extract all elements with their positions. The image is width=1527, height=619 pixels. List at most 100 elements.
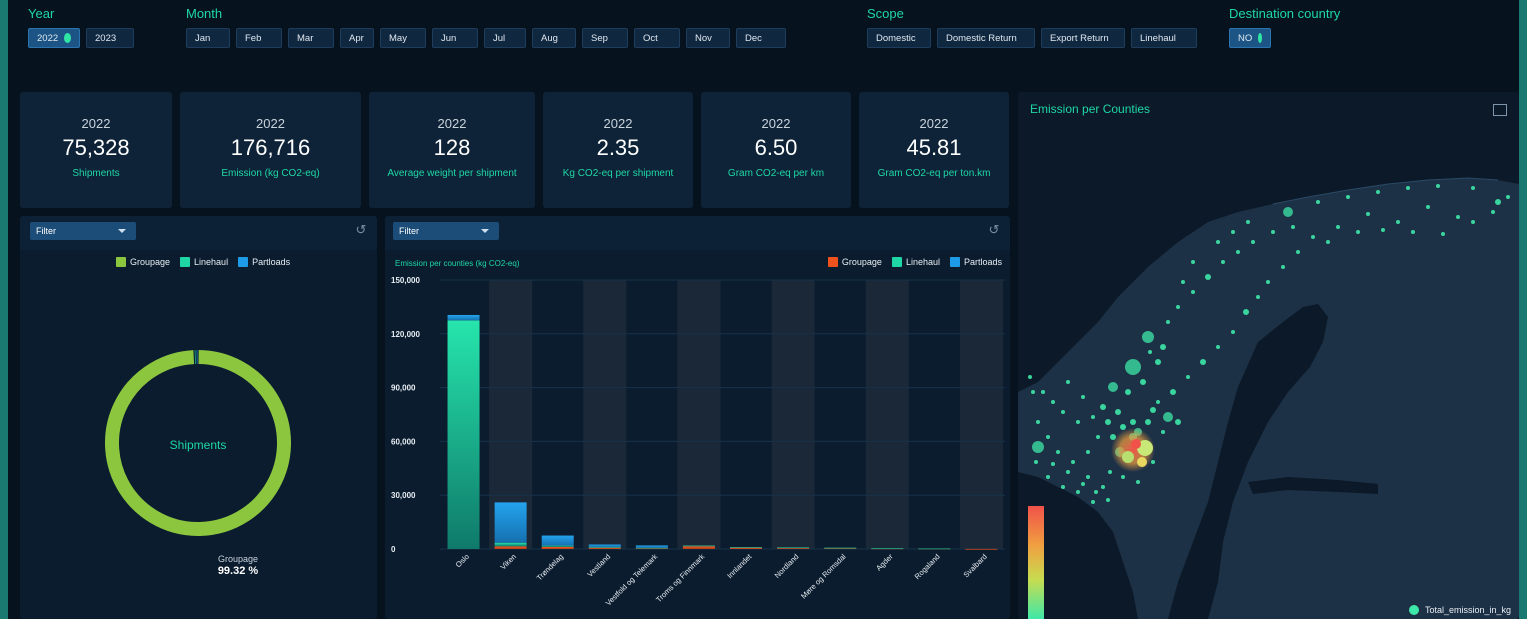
emission-marker[interactable] [1142, 331, 1154, 343]
emission-marker[interactable] [1091, 500, 1095, 504]
emission-marker[interactable] [1108, 382, 1118, 392]
bar-linehaul[interactable] [635, 547, 668, 549]
emission-marker[interactable] [1281, 265, 1285, 269]
month-option-jun[interactable]: Jun [432, 28, 478, 48]
emission-marker[interactable] [1181, 280, 1185, 284]
emission-marker[interactable] [1216, 345, 1220, 349]
emission-marker[interactable] [1130, 419, 1136, 425]
emission-marker[interactable] [1366, 212, 1370, 216]
emission-marker[interactable] [1376, 190, 1380, 194]
bar-groupage[interactable] [494, 546, 527, 549]
emission-marker[interactable] [1326, 240, 1330, 244]
emission-marker[interactable] [1086, 475, 1090, 479]
emission-marker[interactable] [1120, 424, 1126, 430]
emission-marker[interactable] [1336, 225, 1340, 229]
emission-marker[interactable] [1163, 412, 1173, 422]
emission-marker[interactable] [1166, 320, 1170, 324]
emission-marker[interactable] [1256, 295, 1260, 299]
month-option-may[interactable]: May [380, 28, 426, 48]
emission-marker[interactable] [1491, 210, 1495, 214]
bar-linehaul[interactable] [824, 547, 857, 549]
emission-marker[interactable] [1105, 419, 1111, 425]
emission-marker[interactable] [1056, 450, 1060, 454]
emission-marker[interactable] [1071, 460, 1075, 464]
emission-marker[interactable] [1246, 220, 1250, 224]
emission-marker[interactable] [1170, 389, 1176, 395]
bar-partloads[interactable] [635, 545, 668, 548]
emission-marker[interactable] [1406, 186, 1410, 190]
emission-marker[interactable] [1311, 235, 1315, 239]
emission-marker[interactable] [1471, 186, 1475, 190]
month-option-oct[interactable]: Oct [634, 28, 680, 48]
emission-marker[interactable] [1140, 379, 1146, 385]
bar-linehaul[interactable] [682, 545, 715, 547]
emission-marker[interactable] [1156, 400, 1160, 404]
bar-linehaul[interactable] [541, 545, 574, 547]
bar-partloads[interactable] [541, 535, 574, 546]
emission-marker[interactable] [1086, 450, 1090, 454]
emission-marker[interactable] [1506, 195, 1510, 199]
emission-marker[interactable] [1108, 470, 1112, 474]
emission-marker[interactable] [1031, 390, 1035, 394]
month-option-dec[interactable]: Dec [736, 28, 786, 48]
expand-icon[interactable] [1493, 104, 1507, 116]
month-option-jul[interactable]: Jul [484, 28, 526, 48]
bar-linehaul[interactable] [447, 320, 480, 549]
emission-marker[interactable] [1161, 430, 1165, 434]
emission-marker[interactable] [1034, 460, 1038, 464]
year-option-2022[interactable]: 2022 [28, 28, 80, 48]
emission-marker[interactable] [1101, 485, 1105, 489]
destination-option-no[interactable]: NO [1229, 28, 1271, 48]
emission-marker[interactable] [1356, 230, 1360, 234]
emission-marker[interactable] [1046, 475, 1050, 479]
emission-marker[interactable] [1061, 485, 1065, 489]
emission-marker[interactable] [1186, 375, 1190, 379]
emission-marker[interactable] [1137, 457, 1147, 467]
emission-marker[interactable] [1346, 195, 1350, 199]
scope-option-linehaul[interactable]: Linehaul [1131, 28, 1197, 48]
scope-option-domestic[interactable]: Domestic [867, 28, 931, 48]
emission-marker[interactable] [1081, 395, 1085, 399]
emission-marker[interactable] [1150, 407, 1156, 413]
emission-marker[interactable] [1106, 498, 1110, 502]
emission-marker[interactable] [1175, 419, 1181, 425]
bar-groupage[interactable] [541, 546, 574, 549]
emission-marker[interactable] [1061, 410, 1065, 414]
emission-marker[interactable] [1066, 470, 1070, 474]
month-option-jan[interactable]: Jan [186, 28, 230, 48]
emission-marker[interactable] [1236, 250, 1240, 254]
emission-marker[interactable] [1081, 482, 1085, 486]
emission-marker[interactable] [1191, 290, 1195, 294]
scope-option-domestic-return[interactable]: Domestic Return [937, 28, 1035, 48]
bar-linehaul[interactable] [588, 547, 621, 548]
emission-marker[interactable] [1121, 475, 1125, 479]
emission-marker[interactable] [1096, 435, 1100, 439]
bar-partloads[interactable] [494, 502, 527, 543]
month-option-sep[interactable]: Sep [582, 28, 628, 48]
bar-linehaul[interactable] [494, 542, 527, 547]
emission-marker[interactable] [1148, 350, 1152, 354]
emission-marker[interactable] [1160, 344, 1166, 350]
emission-marker[interactable] [1155, 359, 1161, 365]
emission-marker[interactable] [1131, 439, 1141, 449]
emission-marker[interactable] [1243, 309, 1249, 315]
bar-groupage[interactable] [965, 548, 998, 550]
emission-marker[interactable] [1216, 240, 1220, 244]
emission-marker[interactable] [1076, 490, 1080, 494]
emission-marker[interactable] [1271, 230, 1275, 234]
emission-marker[interactable] [1191, 260, 1195, 264]
emission-marker[interactable] [1145, 419, 1151, 425]
emission-marker[interactable] [1456, 215, 1460, 219]
bar-linehaul[interactable] [918, 548, 951, 550]
emission-marker[interactable] [1266, 280, 1270, 284]
bar-linehaul[interactable] [730, 547, 763, 548]
emission-marker[interactable] [1100, 404, 1106, 410]
bar-linehaul[interactable] [777, 547, 810, 549]
emission-marker[interactable] [1036, 420, 1040, 424]
emission-marker[interactable] [1115, 409, 1121, 415]
emission-marker[interactable] [1091, 415, 1095, 419]
emission-marker[interactable] [1051, 400, 1055, 404]
emission-marker[interactable] [1291, 225, 1295, 229]
emission-marker[interactable] [1046, 435, 1050, 439]
emission-marker[interactable] [1136, 480, 1140, 484]
